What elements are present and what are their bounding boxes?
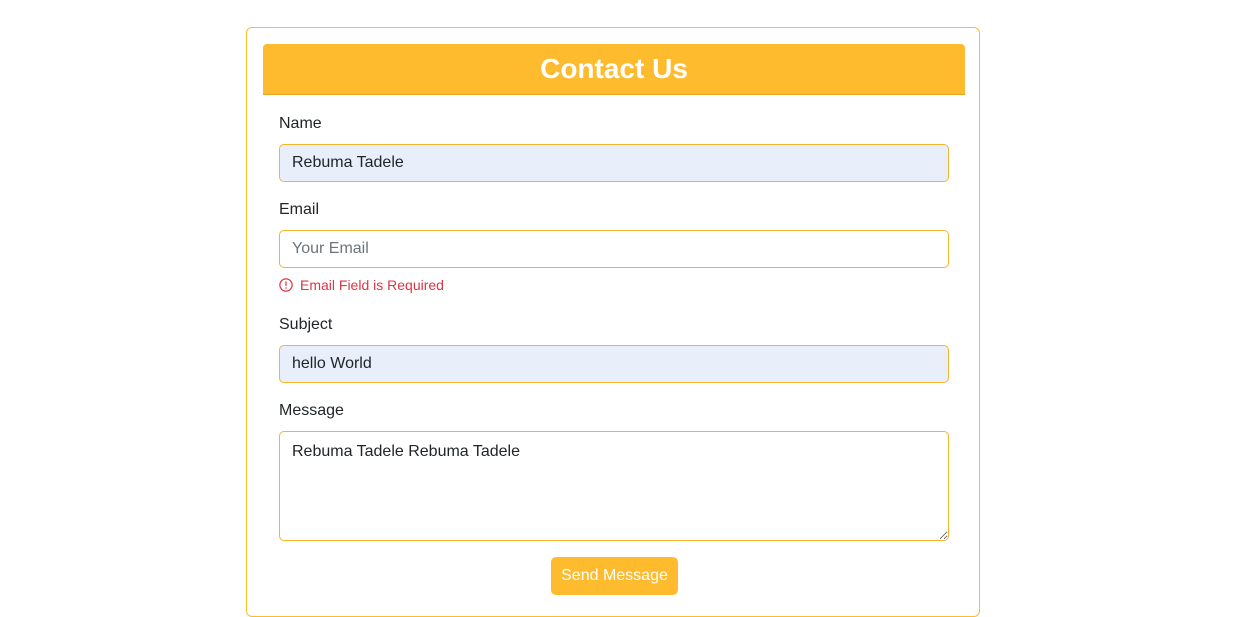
message-textarea[interactable] (279, 431, 949, 541)
name-input[interactable] (279, 144, 949, 182)
form-title: Contact Us (540, 53, 688, 84)
email-error-message: Email Field is Required (279, 277, 444, 293)
contact-form-card: Contact Us Name Email Email Field is Req… (246, 27, 980, 617)
email-input[interactable] (279, 230, 949, 268)
email-label: Email (279, 201, 320, 218)
subject-input[interactable] (279, 345, 949, 383)
name-label: Name (279, 115, 322, 132)
message-label: Message (279, 402, 344, 419)
email-error-text: Email Field is Required (300, 277, 444, 293)
send-message-button[interactable]: Send Message (551, 557, 678, 595)
exclamation-circle-icon (279, 278, 293, 292)
form-header: Contact Us (263, 44, 965, 95)
subject-label: Subject (279, 316, 333, 333)
